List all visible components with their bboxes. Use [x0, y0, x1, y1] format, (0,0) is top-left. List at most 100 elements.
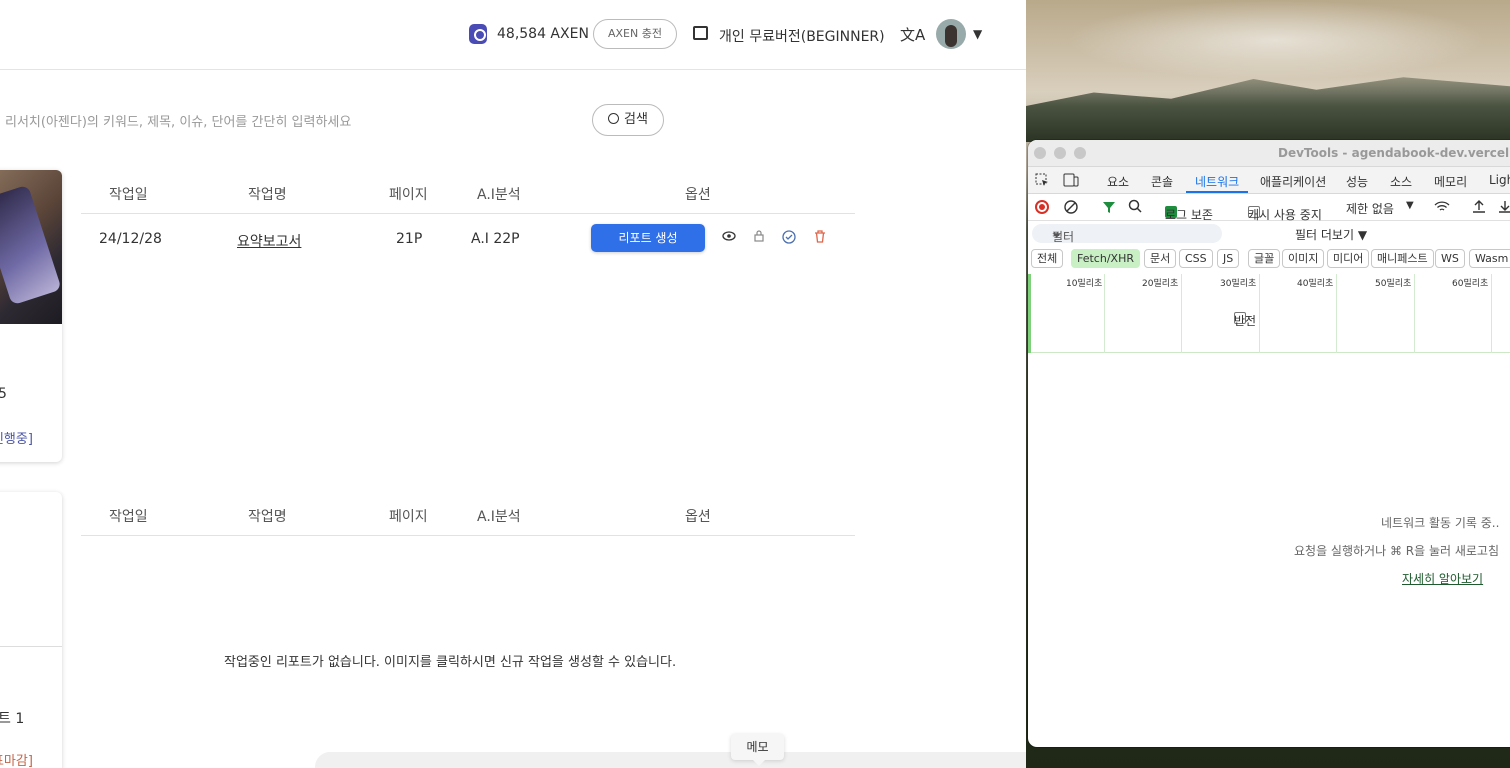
- trash-icon[interactable]: [814, 230, 826, 243]
- timeline-gridline: [1336, 274, 1337, 353]
- filter-funnel-icon[interactable]: [1102, 200, 1116, 214]
- reload-hint: 요청을 실행하거나 ⌘ R을 눌러 새로고침: [1294, 544, 1500, 558]
- timeline-gridline: [1181, 274, 1182, 353]
- preserve-log-label: 로그 보존: [1165, 208, 1213, 222]
- clear-icon[interactable]: [1064, 200, 1078, 214]
- upload-icon[interactable]: [1472, 199, 1486, 214]
- type-filter-js[interactable]: JS: [1217, 249, 1240, 268]
- type-filter-doc[interactable]: 문서: [1144, 249, 1177, 268]
- column-ai: A.I분석: [477, 187, 521, 203]
- timeline-label: 10밀리초: [1066, 279, 1103, 289]
- devtools-title: DevTools - agendabook-dev.vercel.a: [1278, 146, 1510, 160]
- tab-network[interactable]: 네트워크: [1195, 173, 1239, 190]
- type-filter-manifest[interactable]: 매니페스트: [1371, 249, 1434, 268]
- type-filter-css[interactable]: CSS: [1179, 249, 1213, 268]
- type-filter-wasm[interactable]: Wasm: [1469, 249, 1510, 268]
- avatar[interactable]: [936, 19, 966, 49]
- type-filter-ws[interactable]: WS: [1435, 249, 1465, 268]
- download-icon[interactable]: [1498, 199, 1510, 214]
- agenda-card-image[interactable]: [0, 492, 62, 647]
- web-app: 48,584 AXEN AXEN 충전 개인 무료버전(BEGINNER) 文A…: [0, 0, 1026, 768]
- tab-memory[interactable]: 메모리: [1434, 173, 1467, 190]
- column-pages: 페이지: [389, 187, 428, 203]
- agenda-card-number: 5: [0, 386, 7, 402]
- row-date: 24/12/28: [99, 231, 162, 247]
- timeline-label: 30밀리초: [1220, 279, 1257, 289]
- record-icon[interactable]: [1035, 200, 1049, 214]
- report-table-header: 작업일 작업명 페이지 A.I분석 옵션: [81, 170, 855, 214]
- empty-message: 작업중인 리포트가 없습니다. 이미지를 클릭하시면 신규 작업을 생성할 수 …: [224, 655, 677, 670]
- column-name: 작업명: [248, 509, 287, 525]
- status-badge: 표진행중]: [0, 432, 33, 447]
- chevron-down-icon[interactable]: ▼: [1406, 200, 1414, 211]
- search-button-label: 검색: [624, 112, 648, 127]
- devtools-titlebar: DevTools - agendabook-dev.vercel.a: [1028, 140, 1510, 167]
- column-date: 작업일: [109, 509, 148, 525]
- column-options: 옵션: [685, 509, 711, 525]
- chevron-down-icon[interactable]: ▼: [973, 27, 982, 41]
- more-filters-button[interactable]: 필터 더보기 ▼: [1295, 226, 1367, 243]
- search-icon[interactable]: [1128, 199, 1142, 213]
- inspect-element-icon[interactable]: [1035, 173, 1049, 187]
- column-options: 옵션: [685, 187, 711, 203]
- plan-label[interactable]: 개인 무료버전(BEGINNER): [719, 26, 885, 46]
- memo-bar[interactable]: [315, 752, 1026, 768]
- network-conditions-icon[interactable]: [1434, 200, 1450, 214]
- agenda-card[interactable]: 트 1 투표마감]: [0, 492, 62, 768]
- column-ai: A.I분석: [477, 509, 521, 525]
- tab-console[interactable]: 콘솔: [1151, 173, 1173, 190]
- devtools-tabbar: 요소 콘솔 네트워크 애플리케이션 성능 소스 메모리 Ligh: [1028, 167, 1510, 194]
- type-filter-media[interactable]: 미디어: [1327, 249, 1370, 268]
- learn-more-link[interactable]: 자세히 알아보기: [1402, 570, 1483, 587]
- close-window-button[interactable]: [1034, 147, 1046, 159]
- column-date: 작업일: [109, 187, 148, 203]
- row-ai: A.I 22P: [471, 231, 520, 247]
- type-filter-font[interactable]: 글꼴: [1248, 249, 1281, 268]
- network-toolbar: 로그 보존 캐시 사용 중지 제한 없음 ▼: [1028, 194, 1510, 222]
- axen-balance: 48,584 AXEN: [497, 26, 589, 42]
- axen-charge-button[interactable]: AXEN 충전: [593, 19, 677, 49]
- search-icon: [608, 113, 620, 124]
- filter-input[interactable]: ⏷ 필터: [1032, 224, 1222, 244]
- search-input[interactable]: 리서치(아젠다)의 키워드, 제목, 이슈, 단어를 간단히 입력하세요: [5, 111, 351, 130]
- lock-icon[interactable]: [754, 230, 764, 242]
- agenda-card-image[interactable]: [0, 170, 62, 324]
- translate-icon[interactable]: 文A: [900, 24, 925, 45]
- type-filter-all[interactable]: 전체: [1031, 249, 1064, 268]
- timeline-gridline: [1259, 274, 1260, 353]
- timeline-start-marker: [1028, 274, 1031, 353]
- wallet-icon: [693, 26, 708, 40]
- tab-lighthouse[interactable]: Ligh: [1489, 173, 1510, 187]
- tab-sources[interactable]: 소스: [1390, 173, 1412, 190]
- create-report-button[interactable]: 리포트 생성: [591, 224, 705, 252]
- search-button[interactable]: 검색: [592, 104, 664, 136]
- status-badge: 투표마감]: [0, 754, 33, 768]
- type-filter-img[interactable]: 이미지: [1282, 249, 1325, 268]
- table-row: 24/12/28 요약보고서 21P A.I 22P 리포트 생성: [81, 216, 855, 260]
- throttle-select[interactable]: 제한 없음: [1346, 200, 1394, 217]
- timeline-gridline: [1414, 274, 1415, 353]
- devtools-window: DevTools - agendabook-dev.vercel.a 요소 콘솔…: [1028, 140, 1510, 747]
- top-header: 48,584 AXEN AXEN 충전 개인 무료버전(BEGINNER) 文A…: [0, 0, 1026, 70]
- column-pages: 페이지: [389, 509, 428, 525]
- row-pages: 21P: [396, 231, 423, 247]
- recording-message: 네트워크 활동 기록 중..: [1381, 516, 1500, 530]
- timeline-label: 40밀리초: [1297, 279, 1334, 289]
- eye-icon[interactable]: [722, 230, 736, 242]
- check-circle-icon[interactable]: [782, 230, 796, 244]
- agenda-card[interactable]: 5 표진행중]: [0, 170, 62, 462]
- zoom-window-button[interactable]: [1074, 147, 1086, 159]
- device-toolbar-icon[interactable]: [1063, 173, 1079, 187]
- row-name-link[interactable]: 요약보고서: [237, 231, 301, 251]
- minimize-window-button[interactable]: [1054, 147, 1066, 159]
- column-name: 작업명: [248, 187, 287, 203]
- timeline-gridline: [1104, 274, 1105, 353]
- timeline-label: 60밀리초: [1452, 279, 1489, 289]
- tab-performance[interactable]: 성능: [1346, 173, 1368, 190]
- tab-elements[interactable]: 요소: [1107, 173, 1129, 190]
- type-filter-fetch-xhr[interactable]: Fetch/XHR: [1071, 249, 1140, 268]
- memo-tooltip: 메모: [731, 734, 784, 766]
- filter-placeholder: 필터: [1052, 230, 1075, 244]
- network-timeline[interactable]: 10밀리초 20밀리초 30밀리초 40밀리초 50밀리초 60밀리초: [1028, 274, 1510, 353]
- tab-application[interactable]: 애플리케이션: [1260, 173, 1326, 190]
